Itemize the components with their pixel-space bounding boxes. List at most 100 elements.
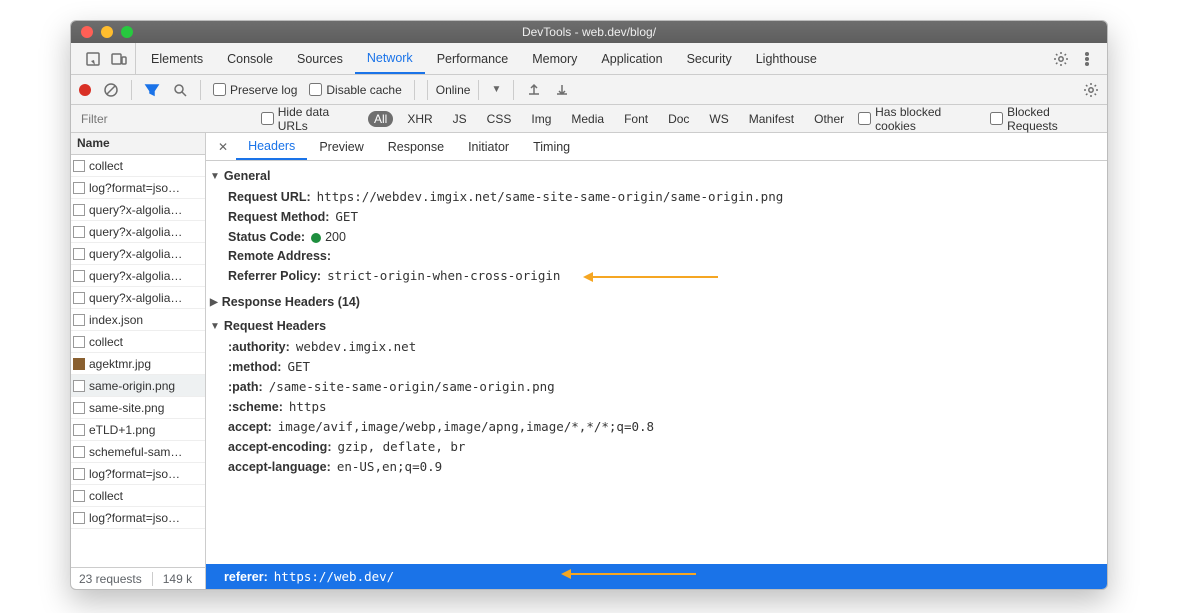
transfer-size: 149 k — [163, 572, 192, 586]
more-menu-icon[interactable] — [1079, 51, 1095, 67]
has-blocked-cookies-checkbox[interactable]: Has blocked cookies — [858, 105, 982, 133]
request-row[interactable]: collect — [71, 485, 205, 507]
export-har-icon[interactable] — [554, 82, 570, 98]
request-row[interactable]: query?x-algolia… — [71, 265, 205, 287]
dtab-initiator[interactable]: Initiator — [456, 133, 521, 160]
request-row[interactable]: log?format=jso… — [71, 463, 205, 485]
request-row[interactable]: collect — [71, 331, 205, 353]
accept-encoding-key: accept-encoding: — [228, 440, 332, 454]
request-row[interactable]: collect — [71, 155, 205, 177]
type-pill-css[interactable]: CSS — [481, 111, 518, 127]
devtools-window: DevTools - web.dev/blog/ Elements Consol… — [70, 20, 1108, 590]
type-pill-manifest[interactable]: Manifest — [743, 111, 800, 127]
response-headers-section[interactable]: ▶Response Headers (14) — [210, 295, 1107, 309]
main-split: Name collectlog?format=jso…query?x-algol… — [71, 133, 1107, 589]
request-name: query?x-algolia… — [89, 269, 182, 283]
file-icon — [73, 336, 85, 348]
import-har-icon[interactable] — [526, 82, 542, 98]
request-name: collect — [89, 159, 123, 173]
status-code-key: Status Code: — [228, 230, 305, 244]
type-pill-font[interactable]: Font — [618, 111, 654, 127]
dtab-headers[interactable]: Headers — [236, 133, 307, 160]
dtab-timing[interactable]: Timing — [521, 133, 582, 160]
throttling-dropdown[interactable]: Online — [427, 80, 480, 100]
requests-count: 23 requests — [79, 572, 142, 586]
request-row[interactable]: log?format=jso… — [71, 177, 205, 199]
clear-icon[interactable] — [103, 82, 119, 98]
request-row[interactable]: query?x-algolia… — [71, 221, 205, 243]
scheme-value: https — [289, 399, 327, 414]
request-name: query?x-algolia… — [89, 203, 182, 217]
file-icon — [73, 270, 85, 282]
details-tabs: ✕ Headers Preview Response Initiator Tim… — [206, 133, 1107, 161]
request-row[interactable]: eTLD+1.png — [71, 419, 205, 441]
dtab-preview[interactable]: Preview — [307, 133, 375, 160]
tab-application[interactable]: Application — [589, 43, 674, 74]
type-pill-media[interactable]: Media — [565, 111, 610, 127]
file-icon — [73, 446, 85, 458]
request-row[interactable]: same-site.png — [71, 397, 205, 419]
authority-key: :authority: — [228, 340, 290, 354]
file-icon — [73, 314, 85, 326]
preserve-log-checkbox[interactable]: Preserve log — [213, 83, 297, 97]
tab-elements[interactable]: Elements — [139, 43, 215, 74]
main-tabs: Elements Console Sources Network Perform… — [139, 43, 829, 74]
tab-performance[interactable]: Performance — [425, 43, 521, 74]
type-pill-ws[interactable]: WS — [703, 111, 734, 127]
method-value: GET — [287, 359, 310, 374]
file-icon — [73, 292, 85, 304]
blocked-requests-checkbox[interactable]: Blocked Requests — [990, 105, 1101, 133]
type-pill-other[interactable]: Other — [808, 111, 850, 127]
tab-sources[interactable]: Sources — [285, 43, 355, 74]
details-panel: ✕ Headers Preview Response Initiator Tim… — [206, 133, 1107, 589]
filter-funnel-icon[interactable] — [144, 82, 160, 98]
type-pill-xhr[interactable]: XHR — [401, 111, 438, 127]
general-section[interactable]: ▼General — [210, 169, 1107, 183]
request-row[interactable]: log?format=jso… — [71, 507, 205, 529]
file-icon — [73, 226, 85, 238]
request-row[interactable]: same-origin.png — [71, 375, 205, 397]
request-row[interactable]: query?x-algolia… — [71, 243, 205, 265]
type-pill-img[interactable]: Img — [525, 111, 557, 127]
request-name: query?x-algolia… — [89, 291, 182, 305]
image-file-icon — [73, 358, 85, 370]
record-button[interactable] — [79, 84, 91, 96]
filter-row: Hide data URLs All XHR JS CSS Img Media … — [71, 105, 1107, 133]
network-settings-gear-icon[interactable] — [1083, 82, 1099, 98]
request-method-value: GET — [335, 209, 358, 224]
tab-lighthouse[interactable]: Lighthouse — [744, 43, 829, 74]
file-icon — [73, 468, 85, 480]
file-icon — [73, 424, 85, 436]
settings-gear-icon[interactable] — [1053, 51, 1069, 67]
referer-key: referer: — [224, 570, 268, 584]
tab-console[interactable]: Console — [215, 43, 285, 74]
network-toolbar: Preserve log Disable cache Online ▼ — [71, 75, 1107, 105]
annotation-arrow-icon — [566, 573, 696, 575]
hide-data-urls-checkbox[interactable]: Hide data URLs — [261, 105, 360, 133]
filter-input[interactable] — [77, 105, 253, 132]
status-bar: 23 requests 149 k — [71, 567, 205, 589]
disable-cache-checkbox[interactable]: Disable cache — [309, 83, 401, 97]
request-row[interactable]: index.json — [71, 309, 205, 331]
status-dot-icon — [311, 233, 321, 243]
request-headers-section[interactable]: ▼Request Headers — [210, 319, 1107, 333]
request-row[interactable]: query?x-algolia… — [71, 199, 205, 221]
type-pill-all[interactable]: All — [368, 111, 393, 127]
has-blocked-cookies-label: Has blocked cookies — [875, 105, 982, 133]
tab-network[interactable]: Network — [355, 43, 425, 74]
throttling-caret-icon[interactable]: ▼ — [491, 84, 501, 95]
device-toolbar-icon[interactable] — [111, 51, 127, 67]
request-row[interactable]: agektmr.jpg — [71, 353, 205, 375]
tab-memory[interactable]: Memory — [520, 43, 589, 74]
inspect-icon[interactable] — [85, 51, 101, 67]
tab-security[interactable]: Security — [675, 43, 744, 74]
type-pill-doc[interactable]: Doc — [662, 111, 695, 127]
request-list: Name collectlog?format=jso…query?x-algol… — [71, 133, 206, 589]
request-method-key: Request Method: — [228, 210, 329, 224]
dtab-response[interactable]: Response — [376, 133, 456, 160]
search-icon[interactable] — [172, 82, 188, 98]
type-pill-js[interactable]: JS — [447, 111, 473, 127]
close-details-icon[interactable]: ✕ — [210, 140, 236, 154]
request-row[interactable]: query?x-algolia… — [71, 287, 205, 309]
request-row[interactable]: schemeful-sam… — [71, 441, 205, 463]
